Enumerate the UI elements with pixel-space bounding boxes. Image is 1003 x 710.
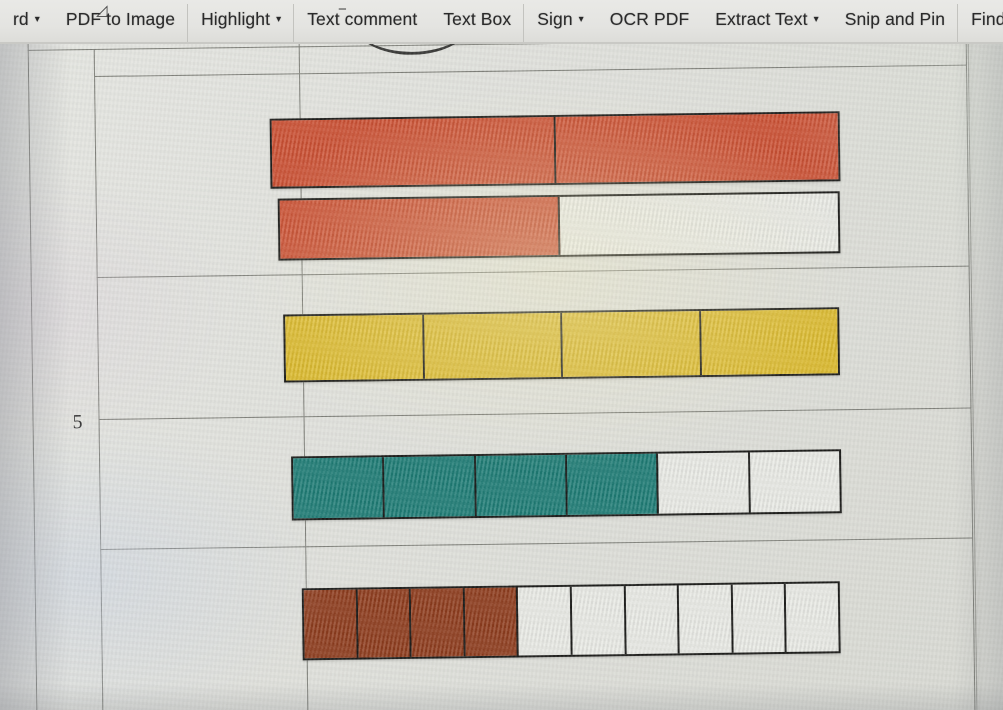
toolbar-item-label: PDF to Image — [65, 8, 176, 29]
red-bar-full — [269, 111, 841, 189]
bar-segment-empty — [750, 451, 840, 512]
toolbar-item-to-word[interactable]: rd ▾ — [0, 0, 53, 44]
teal-bar-sixths — [291, 449, 842, 521]
bar-segment-empty — [625, 585, 680, 655]
toolbar-item-label: Sign — [537, 8, 573, 29]
bar-segment-filled — [384, 456, 477, 518]
toolbar-item-text-comment[interactable]: Text comment — [294, 0, 430, 44]
bar-segment-filled — [475, 454, 568, 517]
chevron-down-icon[interactable]: ▾ — [579, 15, 584, 25]
toolbar-item-label: rd — [13, 8, 29, 29]
bar-segment-empty — [658, 452, 751, 514]
pdf-toolbar: rd ▾ PDF to Image Highlight ▾ Text comme… — [0, 0, 1003, 44]
bar-segment-empty — [518, 586, 573, 656]
chevron-down-icon[interactable]: ▾ — [276, 15, 281, 25]
bar-segment-empty — [678, 584, 734, 654]
toolbar-item-text-box[interactable]: Text Box — [430, 0, 525, 44]
bar-segment-empty — [571, 586, 627, 655]
bar-segment-filled — [700, 309, 838, 376]
toolbar-item-ocr-pdf[interactable]: OCR PDF — [597, 0, 702, 44]
toolbar-item-highlight[interactable]: Highlight ▾ — [188, 0, 295, 44]
toolbar-item-pdf-to-image[interactable]: PDF to Image — [53, 0, 189, 44]
bar-segment-filled — [271, 116, 557, 187]
toolbar-item-label: Find and — [971, 8, 1003, 29]
bar-segment-filled — [279, 196, 561, 259]
worksheet-page: 5 — [0, 44, 1003, 710]
toolbar-item-label: Extract Text — [715, 8, 808, 29]
minus-icon[interactable]: − — [338, 1, 347, 18]
bar-segment-filled — [423, 312, 564, 379]
bar-segment-filled — [357, 588, 412, 658]
toolbar-item-label: Text comment — [307, 8, 418, 29]
bar-segment-filled — [410, 588, 466, 657]
bar-segment-filled — [303, 589, 359, 659]
red-bar-half — [277, 191, 841, 261]
toolbar-item-sign[interactable]: Sign ▾ — [524, 0, 597, 44]
table-row-number: 5 — [72, 411, 83, 434]
toolbar-divider — [0, 42, 1003, 44]
bar-segment-filled — [293, 457, 386, 519]
toolbar-item-snip-and-pin[interactable]: Snip and Pin — [832, 0, 959, 44]
bar-segment-filled — [285, 314, 425, 381]
bar-segment-empty — [560, 193, 839, 255]
yellow-bar-fourths — [283, 307, 841, 383]
shape-icon[interactable]: ◿ — [96, 1, 108, 19]
chevron-down-icon[interactable]: ▾ — [35, 15, 40, 25]
brown-bar-tenths — [301, 581, 841, 661]
bar-segment-filled — [562, 311, 702, 377]
toolbar-item-label: Text Box — [443, 8, 512, 29]
toolbar-item-extract-text[interactable]: Extract Text ▾ — [702, 0, 831, 44]
toolbar-item-find-and-replace[interactable]: Find and — [958, 0, 1003, 44]
bar-segment-empty — [732, 583, 787, 653]
bar-segment-filled — [464, 587, 520, 657]
bar-segment-empty — [786, 583, 838, 652]
bar-segment-filled — [567, 453, 660, 515]
chevron-down-icon[interactable]: ▾ — [814, 15, 819, 25]
toolbar-item-label: OCR PDF — [609, 8, 690, 29]
document-photo-viewport[interactable]: 5 — [0, 44, 1003, 710]
toolbar-item-label: Highlight — [201, 8, 271, 29]
bar-segment-filled — [555, 113, 839, 183]
toolbar-item-label: Snip and Pin — [844, 8, 946, 29]
